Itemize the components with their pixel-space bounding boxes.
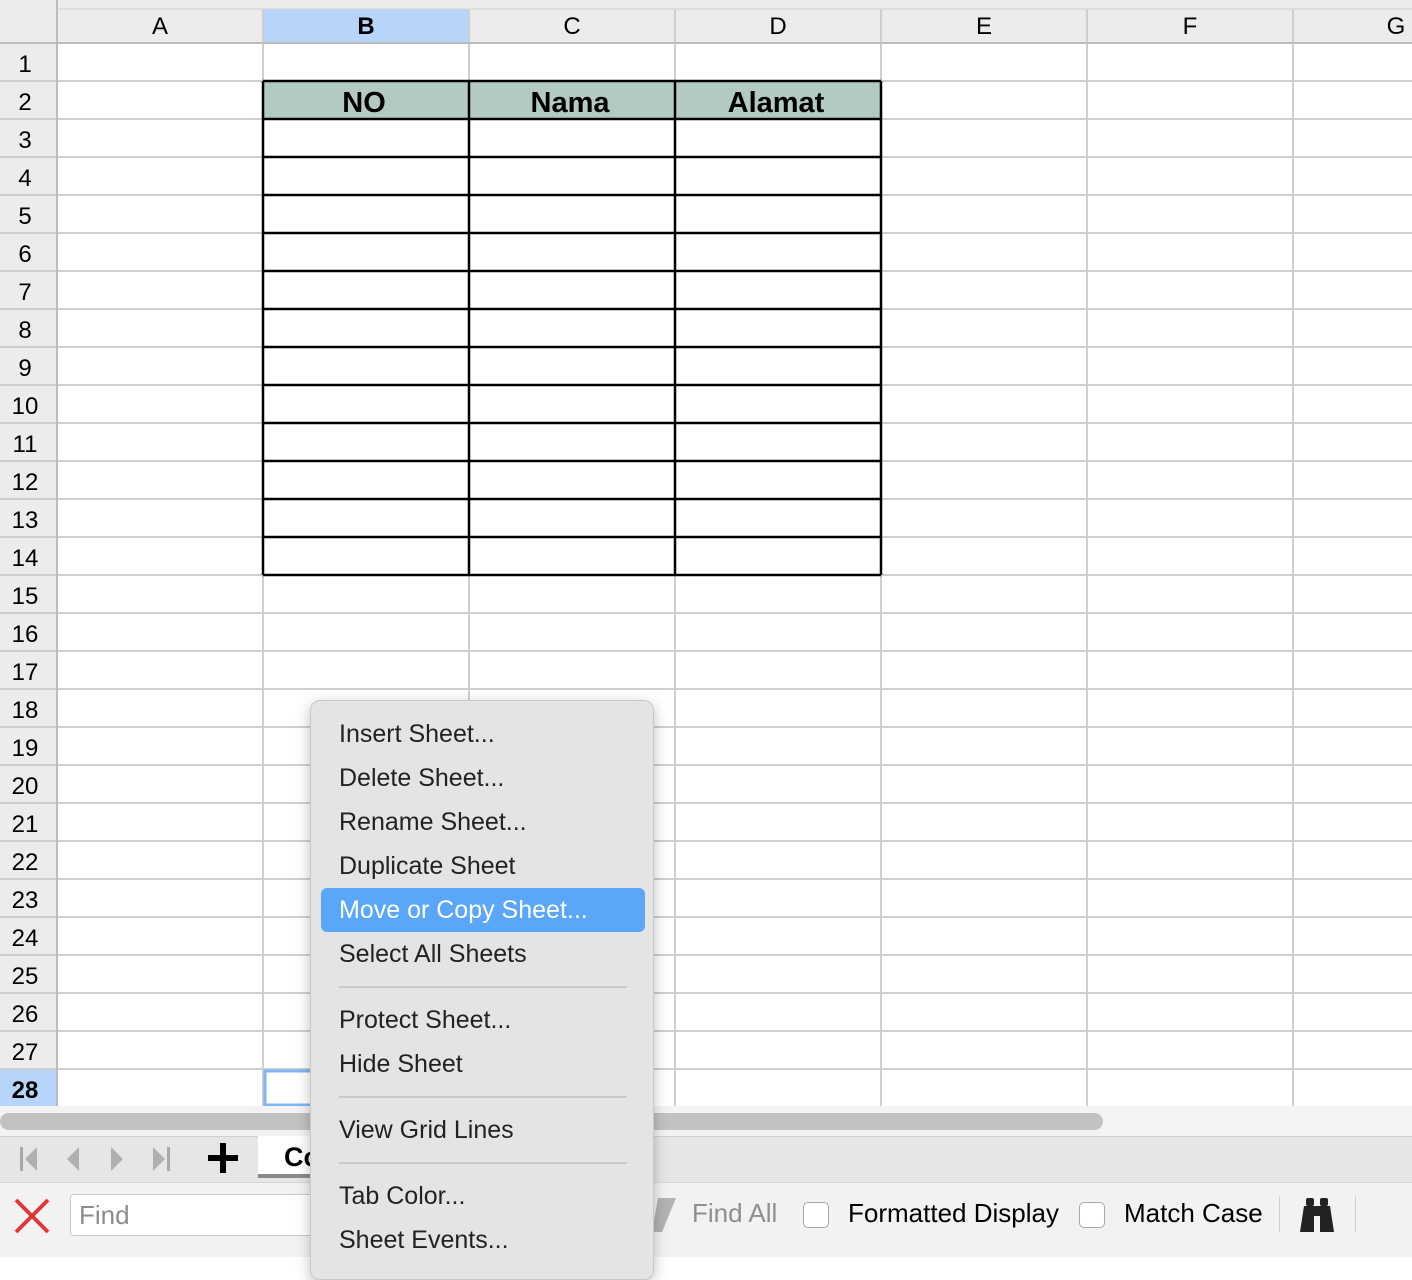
row-header-28[interactable]: 28 [12,1077,39,1104]
row-header-14[interactable]: 14 [12,545,39,572]
toolbar-divider [1279,1196,1280,1232]
row-header-12[interactable]: 12 [12,469,39,496]
add-sheet-button[interactable] [204,1138,242,1178]
row-header-20[interactable]: 20 [12,773,39,800]
data-table [261,79,883,577]
row-header-13[interactable]: 13 [12,507,39,534]
menu-item-insert-sheet[interactable]: Insert Sheet... [321,712,645,756]
row-header-1[interactable]: 1 [18,51,31,78]
row-header-6[interactable]: 6 [18,241,31,268]
row-header-5[interactable]: 5 [18,203,31,230]
row-header-27[interactable]: 27 [12,1039,39,1066]
table-header-cell[interactable]: NO [342,87,386,119]
find-all-button[interactable]: Find All [692,1198,777,1229]
menu-item-tab-color[interactable]: Tab Color... [321,1174,645,1218]
binoculars-icon[interactable] [1296,1196,1338,1236]
menu-separator [339,1096,627,1098]
formatted-display-checkbox[interactable] [803,1202,829,1228]
menu-item-duplicate-sheet[interactable]: Duplicate Sheet [321,844,645,888]
row-header-15[interactable]: 15 [12,583,39,610]
menu-item-move-or-copy-sheet[interactable]: Move or Copy Sheet... [321,888,645,932]
row-header-18[interactable]: 18 [12,697,39,724]
row-header-2[interactable]: 2 [18,89,31,116]
column-header-c[interactable]: C [563,13,580,40]
menu-item-select-all-sheets[interactable]: Select All Sheets [321,932,645,976]
table-header-cell[interactable]: Alamat [728,87,825,119]
column-header-d[interactable]: D [769,13,786,40]
next-sheet-icon[interactable] [102,1144,132,1174]
menu-item-hide-sheet[interactable]: Hide Sheet [321,1042,645,1086]
sheet-context-menu: Insert Sheet... Delete Sheet... Rename She… [310,700,654,1280]
menu-item-protect-sheet[interactable]: Protect Sheet... [321,998,645,1042]
row-header-4[interactable]: 4 [18,165,31,192]
menu-separator [339,1162,627,1164]
column-header-f[interactable]: F [1183,13,1198,40]
menu-item-rename-sheet[interactable]: Rename Sheet... [321,800,645,844]
previous-sheet-icon[interactable] [58,1144,88,1174]
row-header-11[interactable]: 11 [13,431,38,458]
close-find-button[interactable] [12,1196,52,1236]
row-header-19[interactable]: 19 [12,735,39,762]
row-header-16[interactable]: 16 [12,621,39,648]
first-sheet-icon[interactable] [14,1144,44,1174]
menu-item-delete-sheet[interactable]: Delete Sheet... [321,756,645,800]
match-case-checkbox[interactable] [1079,1202,1105,1228]
toolbar-divider [1355,1196,1356,1232]
plus-icon [208,1143,238,1173]
row-header-23[interactable]: 23 [12,887,39,914]
row-header-8[interactable]: 8 [18,317,31,344]
match-case-label: Match Case [1124,1198,1263,1228]
row-header-24[interactable]: 24 [12,925,39,952]
row-header-22[interactable]: 22 [12,849,39,876]
menu-item-sheet-events[interactable]: Sheet Events... [321,1218,645,1262]
menu-item-view-grid-lines[interactable]: View Grid Lines [321,1108,645,1152]
formatted-display-label: Formatted Display [848,1198,1059,1228]
column-header-e[interactable]: E [976,13,992,40]
last-sheet-icon[interactable] [146,1144,176,1174]
row-header-10[interactable]: 10 [12,393,39,420]
row-header-25[interactable]: 25 [12,963,39,990]
menu-separator [339,986,627,988]
close-icon [14,1198,50,1234]
row-header-7[interactable]: 7 [18,279,31,306]
column-header-a[interactable]: A [152,13,168,40]
spreadsheet-grid[interactable]: A B C D E F G123456789101112131415161718192021… [0,0,1412,1106]
row-header-9[interactable]: 9 [18,355,31,382]
table-header-cell[interactable]: Nama [531,87,611,119]
row-header-17[interactable]: 17 [12,659,39,686]
row-header-21[interactable]: 21 [12,811,39,838]
column-header-b[interactable]: B [357,13,374,40]
row-header-26[interactable]: 26 [12,1001,39,1028]
row-header-3[interactable]: 3 [18,127,31,154]
column-header-g[interactable]: G [1387,13,1406,40]
